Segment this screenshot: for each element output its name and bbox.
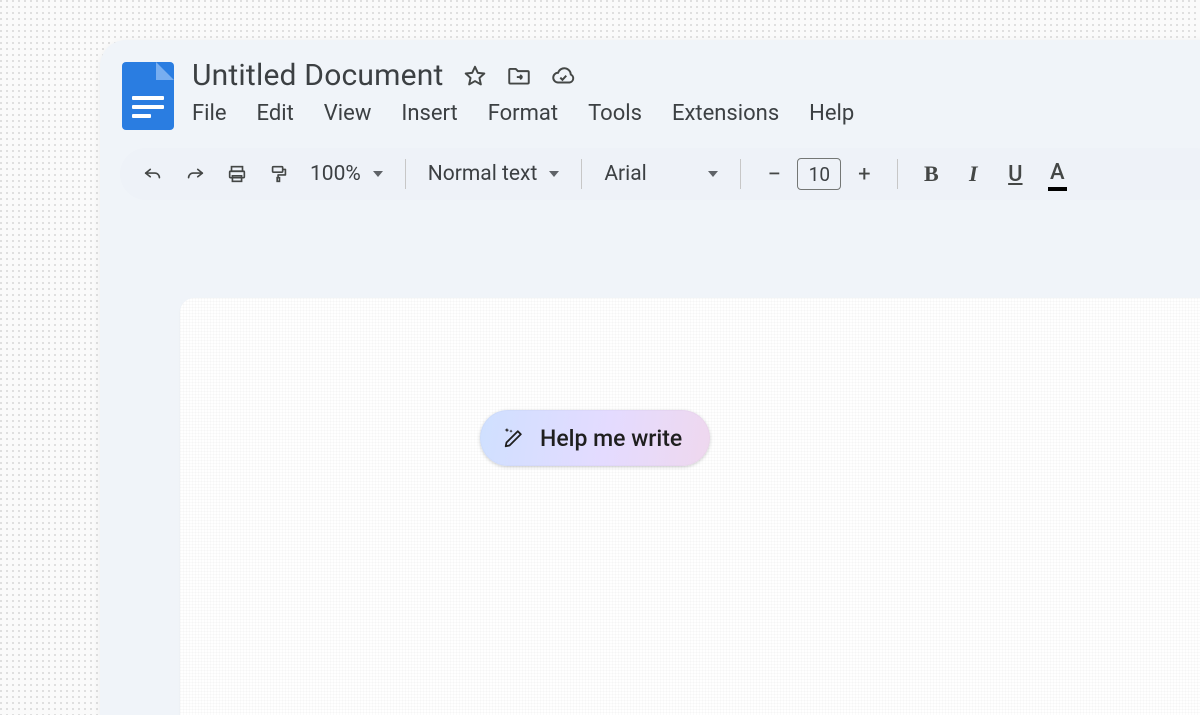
undo-button[interactable]: [134, 156, 172, 192]
star-icon[interactable]: [462, 63, 488, 89]
redo-button[interactable]: [176, 156, 214, 192]
menu-extensions[interactable]: Extensions: [672, 101, 779, 126]
toolbar-separator: [581, 159, 582, 189]
toolbar-separator: [405, 159, 406, 189]
decrease-font-size-button[interactable]: −: [755, 156, 793, 192]
increase-font-size-button[interactable]: +: [845, 156, 883, 192]
italic-button[interactable]: I: [954, 156, 992, 192]
bold-button[interactable]: B: [912, 156, 950, 192]
italic-icon: I: [969, 161, 978, 187]
app-window: Untitled Document File Edit View Insert …: [100, 40, 1200, 715]
font-size-value: 10: [809, 163, 830, 186]
title-row: Untitled Document: [192, 58, 854, 93]
titlebar: Untitled Document File Edit View Insert …: [100, 40, 1200, 134]
zoom-value: 100%: [310, 162, 361, 186]
chevron-down-icon: [373, 171, 383, 177]
text-color-button[interactable]: A: [1038, 156, 1076, 192]
docs-logo-icon[interactable]: [122, 62, 174, 130]
cloud-saved-icon[interactable]: [550, 63, 576, 89]
move-to-folder-icon[interactable]: [506, 63, 532, 89]
paragraph-style-value: Normal text: [428, 162, 538, 186]
title-column: Untitled Document File Edit View Insert …: [192, 58, 854, 126]
help-me-write-button[interactable]: Help me write: [480, 410, 710, 466]
menu-tools[interactable]: Tools: [588, 101, 642, 126]
underline-button[interactable]: U: [996, 156, 1034, 192]
underline-icon: U: [1008, 162, 1022, 187]
toolbar-separator: [740, 159, 741, 189]
chevron-down-icon: [708, 171, 718, 177]
menu-insert[interactable]: Insert: [401, 101, 457, 126]
print-button[interactable]: [218, 156, 256, 192]
menu-edit[interactable]: Edit: [257, 101, 294, 126]
menu-view[interactable]: View: [324, 101, 372, 126]
font-size-input[interactable]: 10: [797, 158, 841, 190]
menu-bar: File Edit View Insert Format Tools Exten…: [192, 99, 854, 126]
bold-icon: B: [924, 161, 939, 187]
toolbar: 100% Normal text Arial − 10 + B I: [120, 148, 1200, 200]
minus-icon: −: [767, 160, 781, 188]
text-color-icon: A: [1050, 160, 1065, 189]
plus-icon: +: [858, 162, 870, 187]
font-family-dropdown[interactable]: Arial: [596, 156, 726, 192]
chevron-down-icon: [549, 171, 559, 177]
magic-pencil-icon: [502, 426, 526, 450]
help-me-write-label: Help me write: [540, 425, 682, 452]
font-family-value: Arial: [604, 162, 646, 186]
menu-format[interactable]: Format: [488, 101, 558, 126]
zoom-dropdown[interactable]: 100%: [302, 156, 391, 192]
toolbar-separator: [897, 159, 898, 189]
menu-help[interactable]: Help: [809, 101, 854, 126]
paragraph-style-dropdown[interactable]: Normal text: [420, 156, 568, 192]
document-page[interactable]: Help me write: [180, 298, 1200, 715]
document-title[interactable]: Untitled Document: [192, 58, 444, 93]
menu-file[interactable]: File: [192, 101, 227, 126]
paint-format-button[interactable]: [260, 156, 298, 192]
